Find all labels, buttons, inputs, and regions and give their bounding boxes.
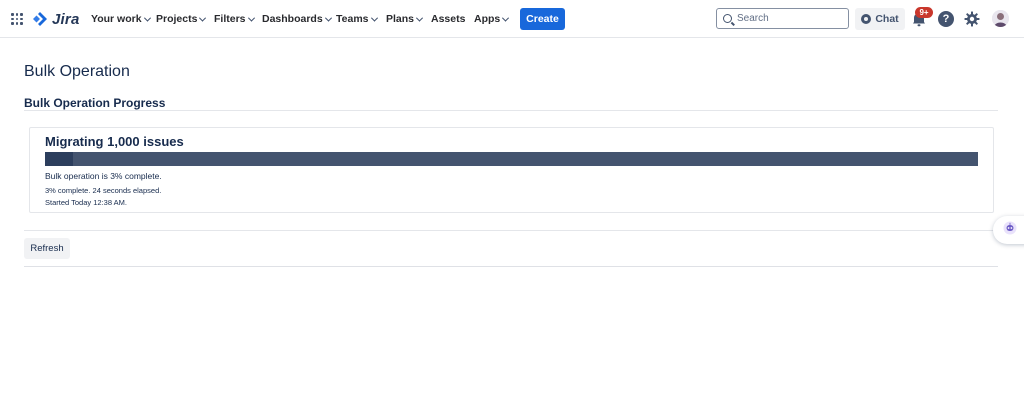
- nav-dashboards[interactable]: Dashboards: [262, 13, 332, 25]
- chevron-down-icon: [324, 14, 332, 22]
- nav-plans-label: Plans: [386, 13, 415, 25]
- nav-assets[interactable]: Assets: [431, 13, 465, 25]
- jira-logo[interactable]: Jira: [32, 10, 80, 28]
- operation-title: Migrating 1,000 issues: [45, 134, 184, 149]
- nav-your-work-label: Your work: [91, 13, 142, 25]
- nav-your-work[interactable]: Your work: [91, 13, 151, 25]
- progress-bar: [45, 152, 978, 166]
- divider: [24, 110, 998, 111]
- gear-icon[interactable]: [964, 11, 980, 27]
- nav-plans[interactable]: Plans: [386, 13, 424, 25]
- nav-projects[interactable]: Projects: [156, 13, 207, 25]
- assistant-button[interactable]: [993, 216, 1024, 244]
- create-button[interactable]: Create: [520, 8, 565, 30]
- nav-apps[interactable]: Apps: [474, 13, 510, 25]
- page-title: Bulk Operation: [24, 63, 130, 80]
- progress-bar-fill: [45, 152, 73, 166]
- app-name: Jira: [52, 10, 80, 28]
- divider: [24, 266, 998, 267]
- chat-label: Chat: [875, 13, 899, 25]
- jira-logo-icon: [32, 11, 48, 27]
- chevron-down-icon: [502, 14, 510, 22]
- notification-badge: 9+: [915, 7, 933, 18]
- nav-apps-label: Apps: [474, 13, 501, 25]
- chevron-down-icon: [199, 14, 207, 22]
- divider: [24, 230, 998, 231]
- chevron-down-icon: [370, 14, 378, 22]
- search-icon: [723, 14, 732, 23]
- chat-button[interactable]: Chat: [855, 8, 905, 30]
- refresh-button[interactable]: Refresh: [24, 238, 70, 259]
- nav-teams-label: Teams: [336, 13, 369, 25]
- app-switcher-icon[interactable]: [11, 13, 23, 25]
- progress-elapsed: 3% complete. 24 seconds elapsed.: [45, 186, 162, 195]
- nav-projects-label: Projects: [156, 13, 198, 25]
- progress-status: Bulk operation is 3% complete.: [45, 171, 162, 181]
- chevron-down-icon: [143, 14, 151, 22]
- search-box[interactable]: [716, 8, 849, 29]
- top-navigation: Jira Your work Projects Filters Dashboar…: [0, 0, 1024, 38]
- avatar[interactable]: [992, 10, 1009, 27]
- nav-filters-label: Filters: [214, 13, 246, 25]
- nav-dashboards-label: Dashboards: [262, 13, 323, 25]
- nav-assets-label: Assets: [431, 13, 466, 25]
- search-input[interactable]: [737, 13, 837, 24]
- section-title: Bulk Operation Progress: [24, 96, 166, 110]
- nav-filters[interactable]: Filters: [214, 13, 255, 25]
- chevron-down-icon: [247, 14, 255, 22]
- progress-panel: Migrating 1,000 issues Bulk operation is…: [29, 127, 994, 213]
- assistant-icon: [1003, 221, 1017, 240]
- chevron-down-icon: [415, 14, 424, 22]
- progress-started: Started Today 12:38 AM.: [45, 198, 127, 207]
- nav-teams[interactable]: Teams: [336, 13, 378, 25]
- chat-icon: [861, 14, 872, 24]
- help-icon[interactable]: ?: [938, 11, 954, 27]
